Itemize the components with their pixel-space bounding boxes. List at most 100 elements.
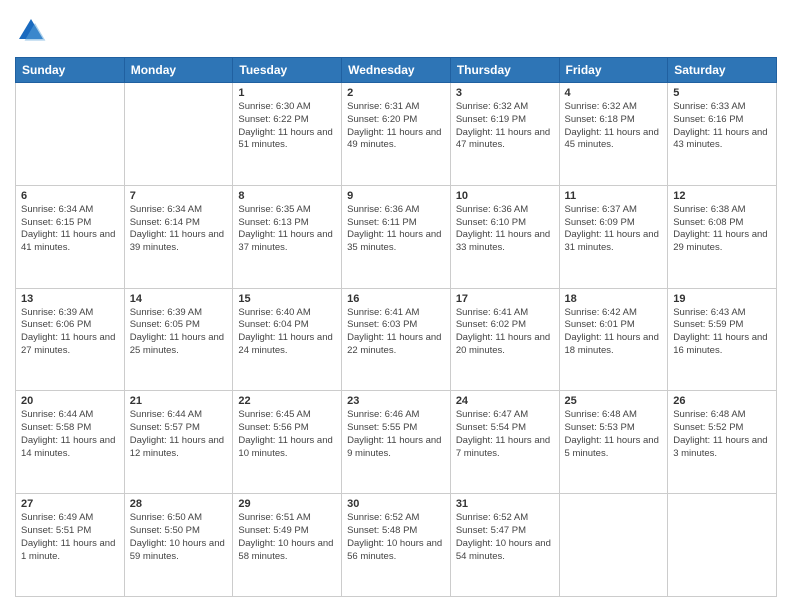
day-number: 31 (456, 498, 554, 510)
calendar-cell: 10 Sunrise: 6:36 AM Sunset: 6:10 PM Dayli… (450, 185, 559, 288)
day-number: 26 (673, 395, 771, 407)
calendar-cell: 9 Sunrise: 6:36 AM Sunset: 6:11 PM Daylig… (342, 185, 451, 288)
day-number: 16 (347, 293, 445, 305)
day-header: Saturday (668, 58, 777, 83)
week-row: 20Sunrise: 6:44 AM Sunset: 5:58 PM Dayli… (16, 391, 777, 494)
calendar-cell: 5 Sunrise: 6:33 AM Sunset: 6:16 PM Daylig… (668, 83, 777, 186)
calendar-cell: 24 Sunrise: 6:47 AM Sunset: 5:54 PM Dayli… (450, 391, 559, 494)
day-number: 25 (565, 395, 663, 407)
cell-info: Sunrise: 6:41 AM Sunset: 6:02 PM Dayligh… (456, 307, 554, 358)
day-number: 5 (673, 87, 771, 99)
logo-icon (15, 15, 47, 47)
calendar-cell: 23 Sunrise: 6:46 AM Sunset: 5:55 PM Dayli… (342, 391, 451, 494)
cell-info: Sunrise: 6:34 AM Sunset: 6:14 PM Dayligh… (130, 204, 228, 255)
cell-info: Sunrise: 6:37 AM Sunset: 6:09 PM Dayligh… (565, 204, 663, 255)
cell-info: Sunrise: 6:52 AM Sunset: 5:47 PM Dayligh… (456, 512, 554, 563)
day-number: 3 (456, 87, 554, 99)
cell-info: Sunrise: 6:39 AM Sunset: 6:06 PM Dayligh… (21, 307, 119, 358)
day-number: 7 (130, 190, 228, 202)
cell-info: Sunrise: 6:51 AM Sunset: 5:49 PM Dayligh… (238, 512, 336, 563)
day-number: 30 (347, 498, 445, 510)
day-header: Monday (124, 58, 233, 83)
logo (15, 15, 51, 47)
calendar-cell: 29Sunrise: 6:51 AM Sunset: 5:49 PM Dayli… (233, 494, 342, 597)
cell-info: Sunrise: 6:36 AM Sunset: 6:10 PM Dayligh… (456, 204, 554, 255)
cell-info: Sunrise: 6:52 AM Sunset: 5:48 PM Dayligh… (347, 512, 445, 563)
day-number: 4 (565, 87, 663, 99)
day-number: 13 (21, 293, 119, 305)
calendar-cell (16, 83, 125, 186)
day-number: 22 (238, 395, 336, 407)
day-header: Wednesday (342, 58, 451, 83)
calendar-cell: 15Sunrise: 6:40 AM Sunset: 6:04 PM Dayli… (233, 288, 342, 391)
week-row: 13 Sunrise: 6:39 AM Sunset: 6:06 PM Dayli… (16, 288, 777, 391)
day-number: 17 (456, 293, 554, 305)
calendar-cell: 3 Sunrise: 6:32 AM Sunset: 6:19 PM Daylig… (450, 83, 559, 186)
header (15, 15, 777, 47)
calendar-cell: 18Sunrise: 6:42 AM Sunset: 6:01 PM Dayli… (559, 288, 668, 391)
calendar-cell: 6 Sunrise: 6:34 AM Sunset: 6:15 PM Daylig… (16, 185, 125, 288)
calendar-cell: 14 Sunrise: 6:39 AM Sunset: 6:05 PM Dayli… (124, 288, 233, 391)
day-number: 10 (456, 190, 554, 202)
calendar-cell (124, 83, 233, 186)
calendar-cell: 4 Sunrise: 6:32 AM Sunset: 6:18 PM Daylig… (559, 83, 668, 186)
calendar-cell: 12 Sunrise: 6:38 AM Sunset: 6:08 PM Dayli… (668, 185, 777, 288)
calendar-cell: 1 Sunrise: 6:30 AM Sunset: 6:22 PM Daylig… (233, 83, 342, 186)
cell-info: Sunrise: 6:34 AM Sunset: 6:15 PM Dayligh… (21, 204, 119, 255)
week-row: 6 Sunrise: 6:34 AM Sunset: 6:15 PM Daylig… (16, 185, 777, 288)
calendar-cell: 13 Sunrise: 6:39 AM Sunset: 6:06 PM Dayli… (16, 288, 125, 391)
cell-info: Sunrise: 6:38 AM Sunset: 6:08 PM Dayligh… (673, 204, 771, 255)
cell-info: Sunrise: 6:41 AM Sunset: 6:03 PM Dayligh… (347, 307, 445, 358)
day-number: 12 (673, 190, 771, 202)
day-number: 20 (21, 395, 119, 407)
cell-info: Sunrise: 6:48 AM Sunset: 5:52 PM Dayligh… (673, 409, 771, 460)
cell-info: Sunrise: 6:30 AM Sunset: 6:22 PM Dayligh… (238, 101, 336, 152)
day-number: 2 (347, 87, 445, 99)
cell-info: Sunrise: 6:46 AM Sunset: 5:55 PM Dayligh… (347, 409, 445, 460)
page: SundayMondayTuesdayWednesdayThursdayFrid… (0, 0, 792, 612)
cell-info: Sunrise: 6:44 AM Sunset: 5:57 PM Dayligh… (130, 409, 228, 460)
day-header: Sunday (16, 58, 125, 83)
cell-info: Sunrise: 6:36 AM Sunset: 6:11 PM Dayligh… (347, 204, 445, 255)
calendar-cell: 8Sunrise: 6:35 AM Sunset: 6:13 PM Daylig… (233, 185, 342, 288)
calendar-cell: 7 Sunrise: 6:34 AM Sunset: 6:14 PM Daylig… (124, 185, 233, 288)
day-number: 24 (456, 395, 554, 407)
day-number: 14 (130, 293, 228, 305)
cell-info: Sunrise: 6:43 AM Sunset: 5:59 PM Dayligh… (673, 307, 771, 358)
cell-info: Sunrise: 6:32 AM Sunset: 6:18 PM Dayligh… (565, 101, 663, 152)
calendar-cell: 17 Sunrise: 6:41 AM Sunset: 6:02 PM Dayli… (450, 288, 559, 391)
cell-info: Sunrise: 6:32 AM Sunset: 6:19 PM Dayligh… (456, 101, 554, 152)
calendar-cell: 31 Sunrise: 6:52 AM Sunset: 5:47 PM Dayli… (450, 494, 559, 597)
day-number: 11 (565, 190, 663, 202)
cell-info: Sunrise: 6:49 AM Sunset: 5:51 PM Dayligh… (21, 512, 119, 563)
day-number: 23 (347, 395, 445, 407)
day-number: 6 (21, 190, 119, 202)
calendar-cell: 27Sunrise: 6:49 AM Sunset: 5:51 PM Dayli… (16, 494, 125, 597)
cell-info: Sunrise: 6:39 AM Sunset: 6:05 PM Dayligh… (130, 307, 228, 358)
cell-info: Sunrise: 6:40 AM Sunset: 6:04 PM Dayligh… (238, 307, 336, 358)
calendar-cell (559, 494, 668, 597)
calendar-header-row: SundayMondayTuesdayWednesdayThursdayFrid… (16, 58, 777, 83)
calendar-cell: 22 Sunrise: 6:45 AM Sunset: 5:56 PM Dayli… (233, 391, 342, 494)
calendar-cell: 11 Sunrise: 6:37 AM Sunset: 6:09 PM Dayli… (559, 185, 668, 288)
calendar-cell: 2 Sunrise: 6:31 AM Sunset: 6:20 PM Daylig… (342, 83, 451, 186)
calendar-cell: 20Sunrise: 6:44 AM Sunset: 5:58 PM Dayli… (16, 391, 125, 494)
day-number: 9 (347, 190, 445, 202)
week-row: 1 Sunrise: 6:30 AM Sunset: 6:22 PM Daylig… (16, 83, 777, 186)
day-number: 8 (238, 190, 336, 202)
cell-info: Sunrise: 6:45 AM Sunset: 5:56 PM Dayligh… (238, 409, 336, 460)
day-number: 19 (673, 293, 771, 305)
cell-info: Sunrise: 6:48 AM Sunset: 5:53 PM Dayligh… (565, 409, 663, 460)
calendar-cell: 16 Sunrise: 6:41 AM Sunset: 6:03 PM Dayli… (342, 288, 451, 391)
cell-info: Sunrise: 6:42 AM Sunset: 6:01 PM Dayligh… (565, 307, 663, 358)
day-number: 1 (238, 87, 336, 99)
cell-info: Sunrise: 6:31 AM Sunset: 6:20 PM Dayligh… (347, 101, 445, 152)
cell-info: Sunrise: 6:33 AM Sunset: 6:16 PM Dayligh… (673, 101, 771, 152)
week-row: 27Sunrise: 6:49 AM Sunset: 5:51 PM Dayli… (16, 494, 777, 597)
cell-info: Sunrise: 6:47 AM Sunset: 5:54 PM Dayligh… (456, 409, 554, 460)
calendar-cell (668, 494, 777, 597)
day-header: Friday (559, 58, 668, 83)
day-header: Tuesday (233, 58, 342, 83)
calendar-cell: 26 Sunrise: 6:48 AM Sunset: 5:52 PM Dayli… (668, 391, 777, 494)
calendar-cell: 30 Sunrise: 6:52 AM Sunset: 5:48 PM Dayli… (342, 494, 451, 597)
